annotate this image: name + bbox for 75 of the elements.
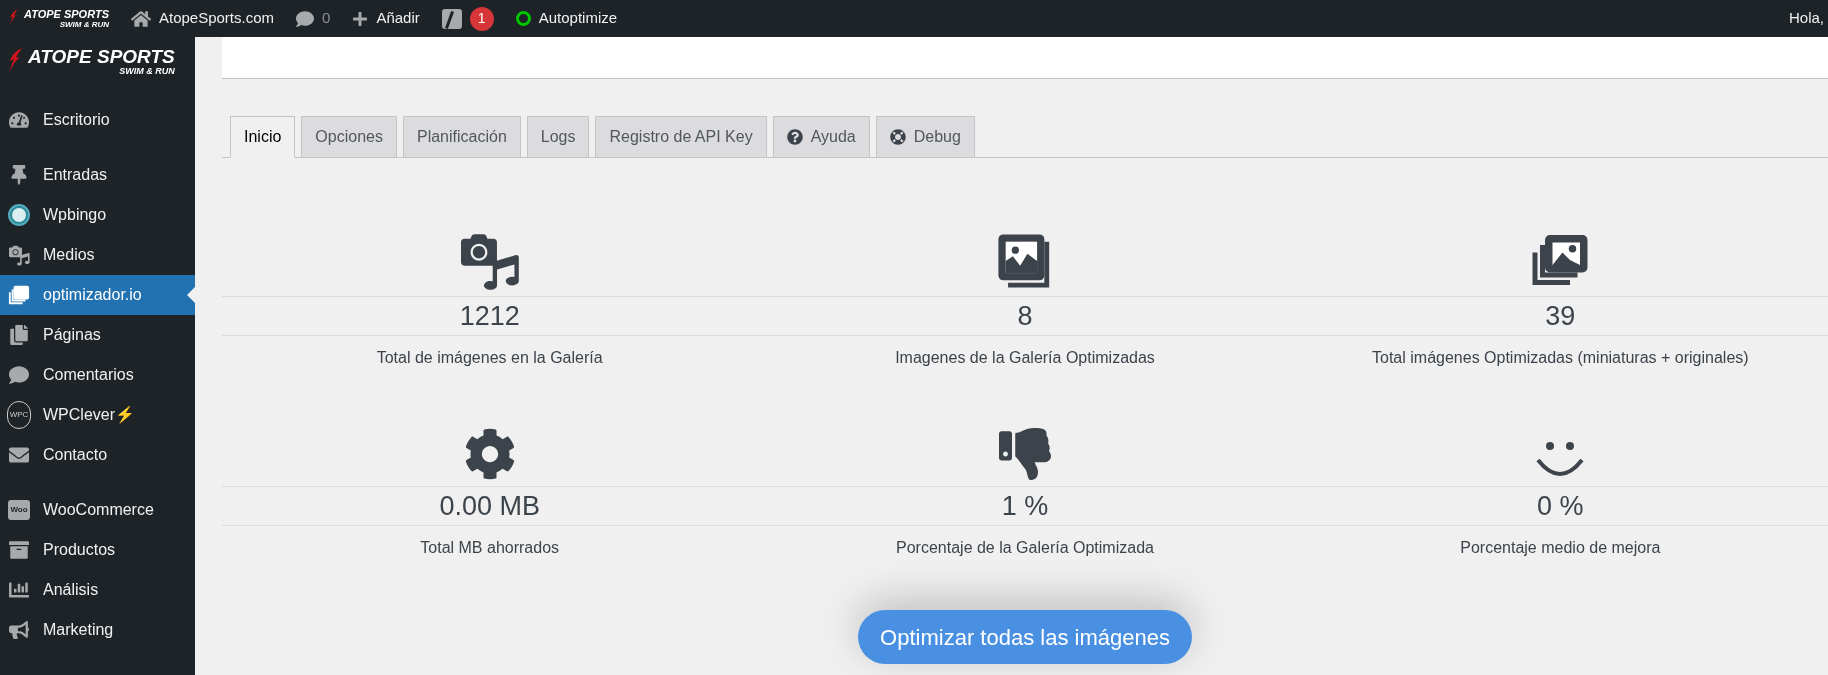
logo-title: ATOPE SPORTS <box>28 47 175 66</box>
sidebar-item[interactable]: Entradas <box>0 155 195 195</box>
logo-subtitle: SWIM & RUN <box>59 20 109 29</box>
stat-value: 0 % <box>1537 490 1584 523</box>
stat-label: Porcentaje medio de mejora <box>1460 538 1661 558</box>
sidebar-label: WooCommerce <box>43 500 154 520</box>
greeting-text[interactable]: Hola, <box>1788 7 1828 30</box>
envelope-icon <box>9 445 29 465</box>
sidebar-label: Wpbingo <box>43 205 107 225</box>
stat-value: 0.00 MB <box>439 490 540 523</box>
images-icon <box>8 284 30 306</box>
gauge-icon <box>9 110 29 130</box>
sidebar-item[interactable]: Productos <box>0 530 195 570</box>
sidebar-item[interactable]: Marketing <box>0 610 195 650</box>
current-pointer <box>187 287 195 303</box>
stat-label: Porcentaje de la Galería Optimizada <box>896 538 1154 558</box>
stat-value: 8 <box>1017 300 1033 333</box>
sidebar-item[interactable]: optimizador.io <box>0 275 195 315</box>
megaphone-icon <box>9 620 29 640</box>
lifebuoy-icon <box>889 129 906 145</box>
logo-subtitle: SWIM & RUN <box>119 67 175 76</box>
nav-tab[interactable]: Ayuda <box>772 116 870 158</box>
nav-tab[interactable]: Logs <box>526 116 590 158</box>
settings-icon <box>463 428 516 480</box>
nav-tab[interactable]: Debug <box>875 116 975 158</box>
sidebar-label: Marketing <box>43 620 114 640</box>
sidebar-item[interactable]: Análisis <box>0 570 195 610</box>
pin-icon <box>9 165 29 185</box>
sidebar-item[interactable]: WPC WPClever⚡ <box>0 395 195 435</box>
comment-icon <box>9 365 29 385</box>
sidebar-item[interactable]: Escritorio <box>0 100 195 140</box>
logo-title: ATOPE SPORTS <box>24 8 109 20</box>
comment-icon <box>296 9 315 28</box>
stat-label: Total MB ahorrados <box>420 538 560 558</box>
nav-tab[interactable]: Inicio <box>230 116 296 158</box>
nav-tab[interactable]: Opciones <box>301 116 397 158</box>
stat-label: Total imágenes Optimizadas (miniaturas + originales) <box>1372 348 1749 368</box>
sidebar-item[interactable]: Woo WooCommerce <box>0 490 195 530</box>
nav-tab[interactable]: Planificación <box>402 116 521 158</box>
admin-bar-link[interactable]: AtopeSports.com <box>158 7 275 30</box>
sidebar-label: Medios <box>43 245 95 265</box>
bar-chart-icon <box>9 580 29 600</box>
stat-label: Imagenes de la Galería Optimizadas <box>895 348 1155 368</box>
sidebar-item[interactable]: Medios <box>0 235 195 275</box>
stat-value: 39 <box>1545 300 1576 333</box>
admin-bar-link[interactable]: Añadir <box>376 7 420 30</box>
archive-icon <box>9 540 29 560</box>
sidebar-label: Entradas <box>43 165 108 185</box>
pages-icon <box>9 325 29 345</box>
sidebar-label: WPClever⚡ <box>43 405 135 426</box>
sidebar-label: Escritorio <box>43 110 110 130</box>
nav-tab[interactable]: Registro de API Key <box>595 116 767 158</box>
thumbs-down-icon <box>999 428 1051 480</box>
camera-music-icon <box>8 244 30 266</box>
admin-bar-link[interactable]: Autoptimize <box>538 7 618 30</box>
sidebar-label: optimizador.io <box>43 285 142 305</box>
sidebar-label: Análisis <box>43 580 99 600</box>
stat-value: 1212 <box>459 300 520 333</box>
sidebar-label: Contacto <box>43 445 108 465</box>
sidebar-item[interactable]: Comentarios <box>0 355 195 395</box>
stat-label: Total de imágenes en la Galería <box>376 348 603 368</box>
sidebar-item[interactable]: Contacto <box>0 435 195 475</box>
home-icon <box>130 8 151 29</box>
sidebar-item[interactable]: Wpbingo <box>0 195 195 235</box>
plus-icon <box>352 10 369 27</box>
notification-badge: 1 <box>469 6 494 31</box>
sidebar-label: Comentarios <box>43 365 134 385</box>
admin-bar-link[interactable]: 0 <box>322 7 331 30</box>
help-icon <box>786 129 803 145</box>
sidebar-label: Páginas <box>43 325 101 345</box>
camera-music-icon <box>460 232 519 290</box>
sidebar-label: Productos <box>43 540 116 560</box>
sidebar-item[interactable]: Páginas <box>0 315 195 355</box>
stat-value: 1 % <box>1001 490 1049 523</box>
woo-icon: Woo <box>8 500 30 520</box>
